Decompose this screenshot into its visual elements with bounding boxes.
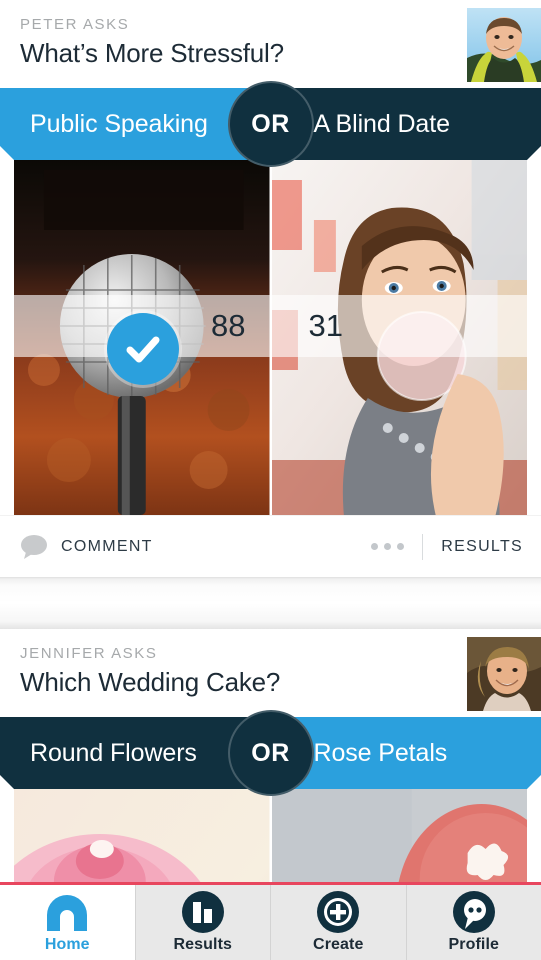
action-right-group: RESULTS [371,533,523,560]
bottom-tab-bar: Home Results Create Profile [0,882,541,960]
results-button[interactable]: RESULTS [441,538,523,556]
choice-bar-2: Round Flowers Rose Petals OR [0,710,541,796]
app-root: PETER ASKS What’s More Stressful? Public… [0,0,541,960]
tab-home-label: Home [44,935,90,953]
notch-right-2 [527,775,541,789]
notch-right-1 [527,146,541,160]
comment-label: COMMENT [61,537,153,555]
or-label-1: OR [251,109,290,138]
action-divider [422,533,424,560]
poll-feed[interactable]: PETER ASKS What’s More Stressful? Public… [0,0,541,882]
tab-home[interactable]: Home [0,885,136,960]
photo-rose-cake[interactable] [271,789,527,882]
or-badge-2: OR [227,710,314,796]
photo-flower-cupcake[interactable] [14,789,270,882]
question-title-1: What’s More Stressful? [20,38,284,68]
asker-label-2: JENNIFER ASKS [20,645,158,662]
plus-circle-icon [316,890,360,933]
choice-left-1[interactable]: Public Speaking [0,88,258,160]
speech-bubble-icon [20,534,48,559]
feed-separator [0,577,541,629]
card-header-2: JENNIFER ASKS Which Wedding Cake? [0,629,541,717]
or-badge-1: OR [227,81,314,167]
card-header-1: PETER ASKS What’s More Stressful? [0,0,541,88]
poll-card-1[interactable]: PETER ASKS What’s More Stressful? Public… [0,0,541,577]
choice-right-label-1: A Blind Date [313,109,450,138]
peter-avatar[interactable] [467,8,541,82]
choice-right-label-2: Rose Petals [313,738,448,767]
photo-row-2 [0,789,541,882]
or-label-2: OR [251,738,290,767]
notch-left-2 [0,775,14,789]
notch-left-1 [0,146,14,160]
profile-bubble-icon [452,890,496,933]
more-dots-icon[interactable] [371,543,405,550]
home-arch-icon [43,892,91,932]
question-title-2: Which Wedding Cake? [20,667,281,697]
choice-left-label-1: Public Speaking [30,109,208,138]
choice-left-2[interactable]: Round Flowers [0,717,258,789]
bar-chart-icon [181,890,225,933]
tab-create[interactable]: Create [271,885,407,960]
comment-button[interactable]: COMMENT [20,534,153,559]
asker-label-1: PETER ASKS [20,16,130,33]
tab-create-label: Create [313,935,364,953]
choice-left-label-2: Round Flowers [30,738,197,767]
action-row-1: COMMENT RESULTS [0,515,541,577]
tab-profile-label: Profile [448,935,499,953]
tab-results-label: Results [173,935,232,953]
tab-profile[interactable]: Profile [407,885,541,960]
poll-card-2[interactable]: JENNIFER ASKS Which Wedding Cake? Round … [0,629,541,882]
check-icon [126,336,160,363]
photo-row-1: 88 31 [0,160,541,515]
tab-results[interactable]: Results [136,885,271,960]
jennifer-avatar[interactable] [467,637,541,711]
photo-bubblegum[interactable] [271,160,527,515]
choice-bar-1: Public Speaking A Blind Date OR [0,81,541,167]
selected-check-badge [107,313,179,385]
